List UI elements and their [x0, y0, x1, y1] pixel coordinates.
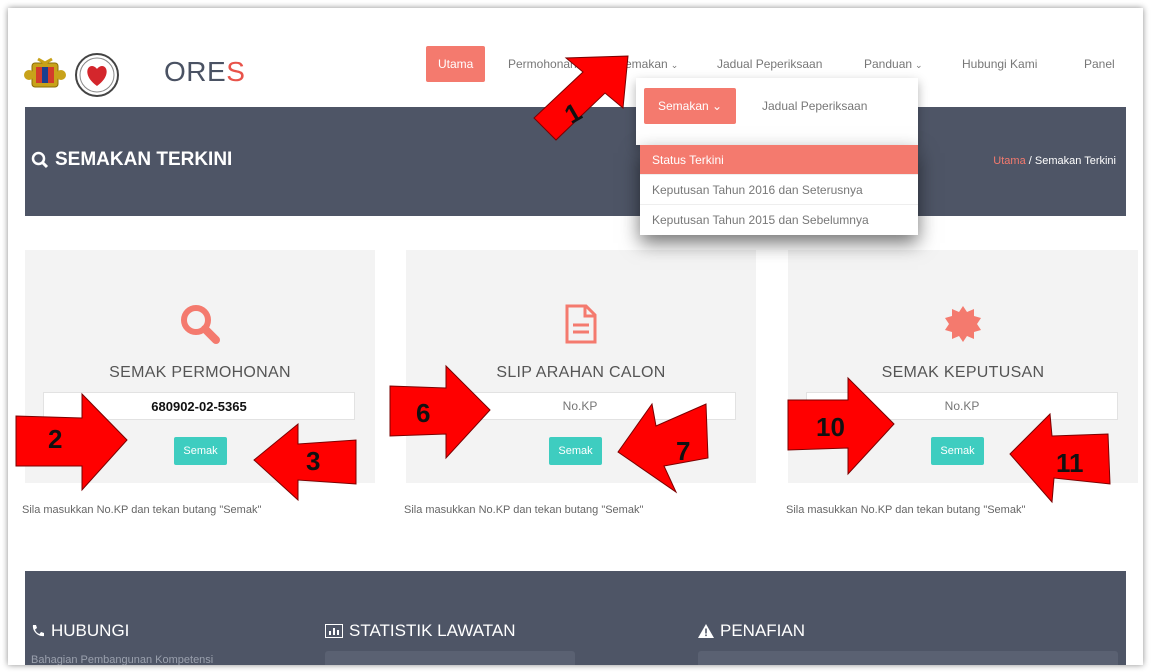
annotation-number-6: 6	[416, 398, 431, 428]
breadcrumb-home[interactable]: Utama	[993, 155, 1025, 167]
breadcrumb: Utama / Semakan Terkini	[993, 155, 1116, 167]
chevron-down-icon: ⌄	[915, 60, 923, 70]
certificate-icon	[788, 304, 1138, 344]
search-icon	[25, 304, 375, 344]
page-title-text: SEMAKAN TERKINI	[55, 149, 233, 170]
nav-label: Utama	[438, 57, 474, 71]
help-text: Sila masukkan No.KP dan tekan butang "Se…	[22, 504, 262, 516]
breadcrumb-current: Semakan Terkini	[1034, 155, 1116, 167]
annotation-arrow-1	[533, 55, 629, 141]
annotation-number-2: 2	[48, 424, 63, 454]
nav-utama[interactable]: Utama	[426, 46, 486, 82]
submenu-status-terkini[interactable]: Status Terkini	[640, 145, 918, 175]
card-title: SEMAK PERMOHONAN	[109, 364, 291, 381]
footer-hubungi-title: HUBUNGI	[51, 621, 130, 640]
annotation-arrow-7	[617, 402, 709, 494]
page-title: SEMAKAN TERKINI	[31, 149, 232, 171]
footer-statistik: STATISTIK LAWATAN	[325, 621, 516, 641]
nav-jadual[interactable]: Jadual Peperiksaan	[717, 46, 822, 82]
nav-panduan[interactable]: Panduan ⌄	[864, 46, 923, 82]
phone-icon	[32, 625, 44, 637]
footer: HUBUNGI STATISTIK LAWATAN PENAFIAN Bahag…	[25, 571, 1126, 665]
annotation-number-11: 11	[1056, 448, 1084, 478]
annotation-number-3: 3	[306, 446, 321, 476]
semakan-dropdown: Semakan ⌄ Jadual Peperiksaan	[636, 78, 918, 145]
dropdown-semakan-button[interactable]: Semakan ⌄	[644, 88, 737, 124]
submenu-keputusan-2016[interactable]: Keputusan Tahun 2016 dan Seterusnya	[640, 175, 918, 205]
footer-disclaimer-box	[698, 651, 1118, 665]
footer-penafian-title: PENAFIAN	[720, 621, 806, 640]
footer-statistik-title: STATISTIK LAWATAN	[349, 621, 516, 640]
nav-hubungi[interactable]: Hubungi Kami	[962, 46, 1037, 82]
annotation-number-7: 7	[676, 436, 691, 466]
footer-stats-box	[325, 651, 575, 665]
semak-button[interactable]: Semak	[174, 437, 227, 465]
footer-penafian: PENAFIAN	[698, 621, 805, 641]
warning-icon	[698, 624, 714, 638]
semakan-submenu: Status Terkini Keputusan Tahun 2016 dan …	[640, 145, 918, 235]
semak-button[interactable]: Semak	[549, 437, 602, 465]
nav-label: Panel	[1084, 57, 1115, 71]
annotation-arrow-2	[15, 392, 128, 492]
dropdown-jadual-link[interactable]: Jadual Peperiksaan	[762, 88, 867, 124]
submenu-keputusan-2015[interactable]: Keputusan Tahun 2015 dan Sebelumnya	[640, 205, 918, 235]
help-text: Sila masukkan No.KP dan tekan butang "Se…	[404, 504, 644, 516]
nav-label: Panduan	[864, 57, 913, 71]
nav-panel[interactable]: Panel	[1084, 46, 1115, 82]
bar-chart-icon	[325, 624, 343, 638]
annotation-arrow-6	[389, 364, 491, 460]
nav-label: Jadual Peperiksaan	[717, 57, 823, 71]
nav-label: Hubungi Kami	[962, 57, 1038, 71]
search-icon	[31, 151, 49, 169]
semak-button[interactable]: Semak	[931, 437, 984, 465]
annotation-number-10: 10	[816, 412, 845, 442]
document-icon	[406, 304, 756, 344]
help-text: Sila masukkan No.KP dan tekan butang "Se…	[786, 504, 1026, 516]
breadcrumb-separator: /	[1025, 155, 1035, 167]
chevron-down-icon: ⌄	[670, 60, 679, 70]
footer-hubungi: HUBUNGI	[31, 621, 129, 641]
browser-page: ORES Utama Permohonan Semakan ⌄ Jadual Pe…	[8, 8, 1143, 665]
footer-contact-text: Bahagian Pembangunan Kompetensi	[31, 654, 214, 665]
